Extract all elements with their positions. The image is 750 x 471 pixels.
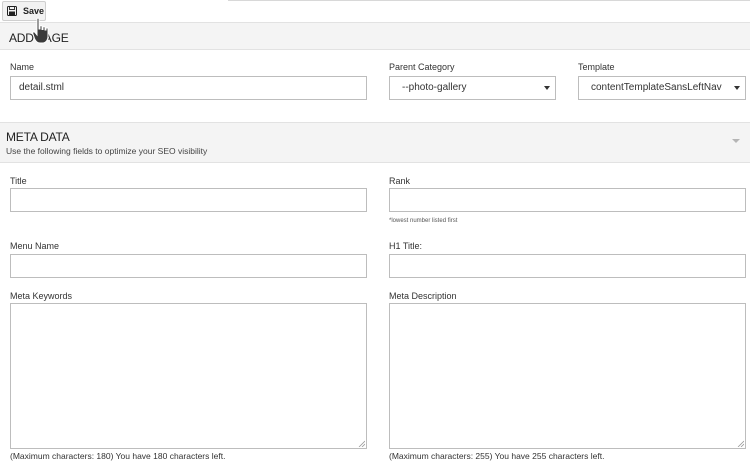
- title-input[interactable]: [10, 188, 367, 212]
- parent-category-select[interactable]: --photo-gallery: [389, 76, 556, 100]
- hand-pointer-icon: [32, 17, 49, 44]
- parent-category-value: --photo-gallery: [402, 82, 467, 93]
- meta-description-counter: (Maximum characters: 255) You have 255 c…: [389, 451, 605, 461]
- resize-grip-icon[interactable]: [737, 440, 744, 447]
- title-label: Title: [10, 176, 27, 186]
- template-select[interactable]: contentTemplateSansLeftNav: [578, 76, 746, 100]
- toolbar: Save: [0, 0, 750, 22]
- toolbar-divider: [228, 0, 750, 1]
- meta-data-title: META DATA: [6, 130, 70, 144]
- menu-name-label: Menu Name: [10, 241, 60, 251]
- meta-keywords-label: Meta Keywords: [10, 291, 73, 301]
- meta-data-subtitle: Use the following fields to optimize you…: [6, 146, 208, 156]
- h1-title-input[interactable]: [389, 254, 746, 278]
- meta-keywords-counter: (Maximum characters: 180) You have 180 c…: [10, 451, 226, 461]
- resize-grip-icon[interactable]: [358, 440, 365, 447]
- rank-input[interactable]: [389, 188, 746, 212]
- chevron-down-icon: [734, 86, 740, 90]
- meta-data-header[interactable]: META DATA Use the following fields to op…: [0, 122, 750, 163]
- parent-category-label: Parent Category: [389, 62, 455, 72]
- template-value: contentTemplateSansLeftNav: [591, 82, 722, 93]
- rank-label: Rank: [389, 176, 411, 186]
- h1-title-label: H1 Title:: [389, 241, 423, 251]
- save-button-label: Save: [23, 6, 45, 16]
- menu-name-input[interactable]: [10, 254, 367, 278]
- floppy-disk-icon: [7, 6, 17, 16]
- meta-keywords-textarea[interactable]: [10, 303, 367, 449]
- name-input[interactable]: detail.stml: [10, 76, 367, 100]
- template-label: Template: [578, 62, 615, 72]
- chevron-down-icon: [544, 86, 550, 90]
- caret-down-icon[interactable]: [732, 139, 740, 143]
- add-page-header: ADD PAGE: [0, 22, 750, 50]
- meta-description-textarea[interactable]: [389, 303, 746, 449]
- name-label: Name: [10, 62, 35, 72]
- rank-hint: *lowest number listed first: [389, 218, 458, 224]
- meta-description-label: Meta Description: [389, 291, 457, 301]
